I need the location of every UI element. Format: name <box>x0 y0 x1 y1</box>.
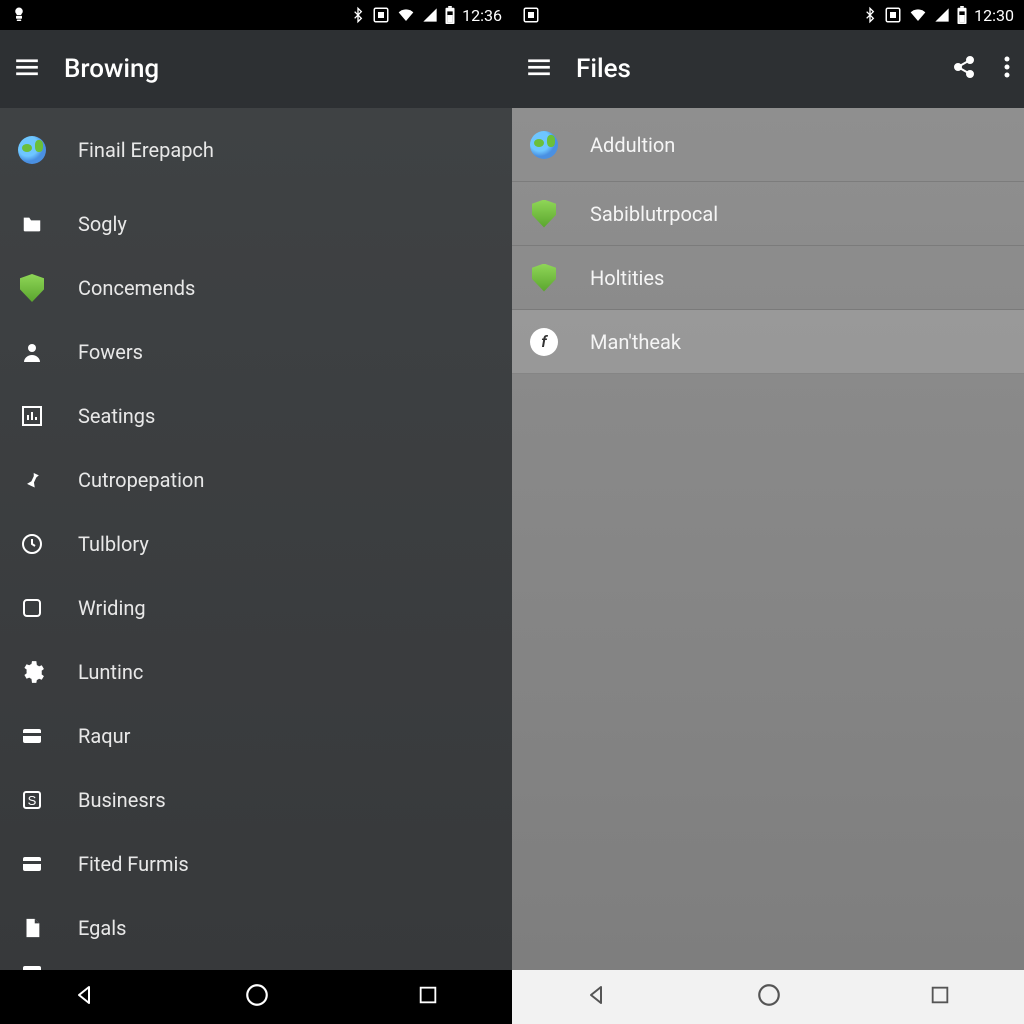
nav-item-finail-erepapch[interactable]: Finail Erepapch <box>0 108 512 192</box>
phone-left: 12:36 Browing Finail Erepapch Sogly Conc… <box>0 0 512 1024</box>
screenshot-icon <box>884 6 902 24</box>
system-nav-bar <box>512 970 1024 1024</box>
bluetooth-icon <box>862 6 878 24</box>
card-icon <box>18 850 46 878</box>
nav-item-label: Businesrs <box>78 788 166 812</box>
shield-icon <box>530 200 558 228</box>
nav-item-label: Fited Furmis <box>78 852 189 876</box>
file-item-label: Man'theak <box>590 330 681 354</box>
nav-item-fowers[interactable]: Fowers <box>0 320 512 384</box>
file-item-sabiblutrpocal[interactable]: Sabiblutrpocal <box>512 182 1024 246</box>
page-title: Browing <box>64 54 159 84</box>
file-item-label: Sabiblutrpocal <box>590 202 718 226</box>
nav-item-seatings[interactable]: Seatings <box>0 384 512 448</box>
hamburger-icon[interactable] <box>14 54 40 84</box>
pin-icon <box>18 466 46 494</box>
nav-item-label: Fowers <box>78 340 143 364</box>
chart-icon <box>18 402 46 430</box>
clock-icon <box>18 530 46 558</box>
page-title: Files <box>576 54 631 84</box>
folder-icon <box>18 210 46 238</box>
globe-icon <box>530 131 558 159</box>
status-time: 12:36 <box>462 6 502 25</box>
back-icon[interactable] <box>73 983 97 1011</box>
app-badge-icon <box>10 6 28 24</box>
file-item-holtities[interactable]: Holtities <box>512 246 1024 310</box>
circle-f-icon: f <box>530 328 558 356</box>
square-icon <box>18 594 46 622</box>
home-icon[interactable] <box>244 982 270 1012</box>
nav-item-luntinc[interactable]: Luntinc <box>0 640 512 704</box>
nav-item-egals[interactable]: Egals <box>0 896 512 960</box>
nav-item-label: Raqur <box>78 724 130 748</box>
phone-right: 12:30 Files Addultion Sabiblutrpocal Hol… <box>512 0 1024 1024</box>
battery-icon <box>956 6 968 24</box>
screenshot-icon <box>372 6 390 24</box>
gear-icon <box>18 658 46 686</box>
nav-item-concemends[interactable]: Concemends <box>0 256 512 320</box>
file-list: Addultion Sabiblutrpocal Holtities f Man'… <box>512 108 1024 970</box>
nav-item-cutropepation[interactable]: Cutropepation <box>0 448 512 512</box>
nav-item-label: Tulblory <box>78 532 149 556</box>
nav-item-label: Wriding <box>78 596 146 620</box>
nav-item-label: Seatings <box>78 404 155 428</box>
status-time: 12:30 <box>974 6 1014 25</box>
svg-text:S: S <box>28 793 37 808</box>
hamburger-icon[interactable] <box>526 54 552 84</box>
status-bar: 12:36 <box>0 0 512 30</box>
nav-item-raqur[interactable]: Raqur <box>0 704 512 768</box>
shield-icon <box>18 274 46 302</box>
nav-list: Finail Erepapch Sogly Concemends Fowers … <box>0 108 512 970</box>
status-bar: 12:30 <box>512 0 1024 30</box>
back-icon[interactable] <box>585 983 609 1011</box>
wifi-icon <box>908 7 928 23</box>
nav-item-label: Concemends <box>78 276 195 300</box>
nav-item-businesrs[interactable]: S Businesrs <box>0 768 512 832</box>
nav-item-label: Cutropepation <box>78 468 204 492</box>
home-icon[interactable] <box>756 982 782 1012</box>
signal-icon <box>422 7 438 23</box>
app-bar: Files <box>512 30 1024 108</box>
share-icon[interactable] <box>952 55 976 83</box>
file-item-mantheak[interactable]: f Man'theak <box>512 310 1024 374</box>
screenshot-icon <box>522 6 540 24</box>
shield-icon <box>530 264 558 292</box>
nav-item-tulblory[interactable]: Tulblory <box>0 512 512 576</box>
nav-item-label: Finail Erepapch <box>78 138 214 162</box>
file-item-label: Addultion <box>590 133 675 157</box>
battery-icon <box>444 6 456 24</box>
file-item-label: Holtities <box>590 266 664 290</box>
nav-item-overflow[interactable] <box>0 960 512 970</box>
app-bar: Browing <box>0 30 512 108</box>
nav-item-label: Egals <box>78 916 126 940</box>
nav-item-wriding[interactable]: Wriding <box>0 576 512 640</box>
nav-item-label: Luntinc <box>78 660 143 684</box>
person-icon <box>18 338 46 366</box>
card-icon <box>18 722 46 750</box>
signal-icon <box>934 7 950 23</box>
card-icon <box>18 958 46 970</box>
nav-item-sogly[interactable]: Sogly <box>0 192 512 256</box>
box-s-icon: S <box>18 786 46 814</box>
recents-icon[interactable] <box>417 984 439 1010</box>
wifi-icon <box>396 7 416 23</box>
nav-item-label: Sogly <box>78 212 127 236</box>
recents-icon[interactable] <box>929 984 951 1010</box>
nav-item-fited-furmis[interactable]: Fited Furmis <box>0 832 512 896</box>
globe-icon <box>18 136 46 164</box>
overflow-icon[interactable] <box>1004 55 1010 83</box>
doc-icon <box>18 914 46 942</box>
file-item-addultion[interactable]: Addultion <box>512 108 1024 182</box>
system-nav-bar <box>0 970 512 1024</box>
bluetooth-icon <box>350 6 366 24</box>
